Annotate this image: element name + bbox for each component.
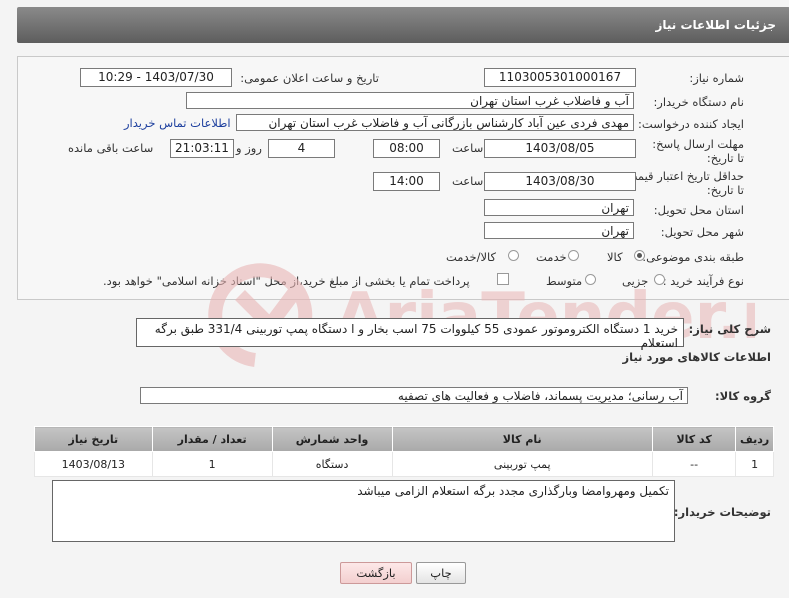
announce-field: 1403/07/30 - 10:29 (80, 68, 232, 87)
buyer-org-label: نام دستگاه خریدار: (653, 95, 744, 109)
table-header-cell: واحد شمارش (271, 426, 393, 452)
days-field: 4 (268, 139, 335, 158)
goods-group-field: آب رسانی؛ مدیریت پسماند، فاضلاب و فعالیت… (140, 387, 688, 404)
reply-date-field: 1403/08/05 (484, 139, 636, 158)
city-label: شهر محل تحویل: (660, 225, 744, 239)
table-cell: پمپ توربینی (391, 451, 653, 477)
table-header-cell: ردیف (735, 426, 774, 452)
goods-table: ردیف کد کالا نام کالا واحد شمارش تعداد /… (34, 426, 774, 477)
province-field: تهران (484, 199, 634, 216)
need-number-field: 1103005301000167 (484, 68, 636, 87)
table-header-cell: تعداد / مقدار (151, 426, 273, 452)
page-title: جزئیات اطلاعات نیاز (655, 18, 776, 32)
table-cell: 1403/08/13 (34, 451, 153, 477)
table-header-cell: نام کالا (391, 426, 653, 452)
days-label: روز و (236, 141, 262, 155)
goods-section-title: اطلاعات کالاهای مورد نیاز (622, 350, 771, 364)
table-header-cell: کد کالا (651, 426, 737, 452)
price-time-field: 14:00 (373, 172, 440, 191)
back-button[interactable]: بازگشت (340, 562, 412, 584)
buyer-notes-textarea: تکمیل ومهروامضا وبارگذاری مجدد برگه استع… (52, 480, 675, 542)
announce-label: تاریخ و ساعت اعلان عمومی: (240, 71, 379, 85)
description-textarea: خرید 1 دستگاه الکتروموتور عمودی 55 کیلوو… (136, 318, 684, 350)
creator-field: مهدی فردی عین آباد کارشناس بازرگانی آب و… (236, 114, 634, 131)
buyer-org-field: آب و فاضلاب غرب استان تهران (186, 92, 634, 109)
table-cell: دستگاه (271, 451, 393, 477)
reply-time-field: 08:00 (373, 139, 440, 158)
remaining-label: ساعت باقی مانده (68, 141, 154, 155)
table-cell: 1 (151, 451, 273, 477)
buyer-notes-label: توضیحات خریدار: (673, 505, 771, 519)
table-header-row: ردیف کد کالا نام کالا واحد شمارش تعداد /… (34, 426, 774, 452)
page-header: جزئیات اطلاعات نیاز (17, 7, 789, 43)
remaining-time-field: 21:03:11 (170, 139, 234, 158)
province-label: استان محل تحویل: (653, 203, 744, 217)
table-cell: -- (651, 451, 737, 477)
price-date-field: 1403/08/30 (484, 172, 636, 191)
creator-label: ایجاد کننده درخواست: (638, 117, 744, 131)
need-number-label: شماره نیاز: (689, 71, 744, 85)
print-button[interactable]: چاپ (416, 562, 466, 584)
reply-time-label: ساعت (452, 141, 484, 155)
table-header-cell: تاریخ نیاز (34, 426, 153, 452)
table-cell: 1 (735, 451, 774, 477)
city-field: تهران (484, 222, 634, 239)
goods-group-label: گروه کالا: (715, 389, 771, 403)
price-time-label: ساعت (452, 174, 484, 188)
buyer-contact-link[interactable]: اطلاعات تماس خریدار (124, 116, 231, 130)
price-validity-label: حداقل تاریخ اعتبار قیمت: تا تاریخ: (622, 169, 744, 197)
table-row[interactable]: 1 -- پمپ توربینی دستگاه 1 1403/08/13 (34, 451, 774, 477)
description-label: شرح کلی نیاز: (688, 322, 771, 336)
reply-deadline-label: مهلت ارسال پاسخ: تا تاریخ: (652, 137, 744, 165)
